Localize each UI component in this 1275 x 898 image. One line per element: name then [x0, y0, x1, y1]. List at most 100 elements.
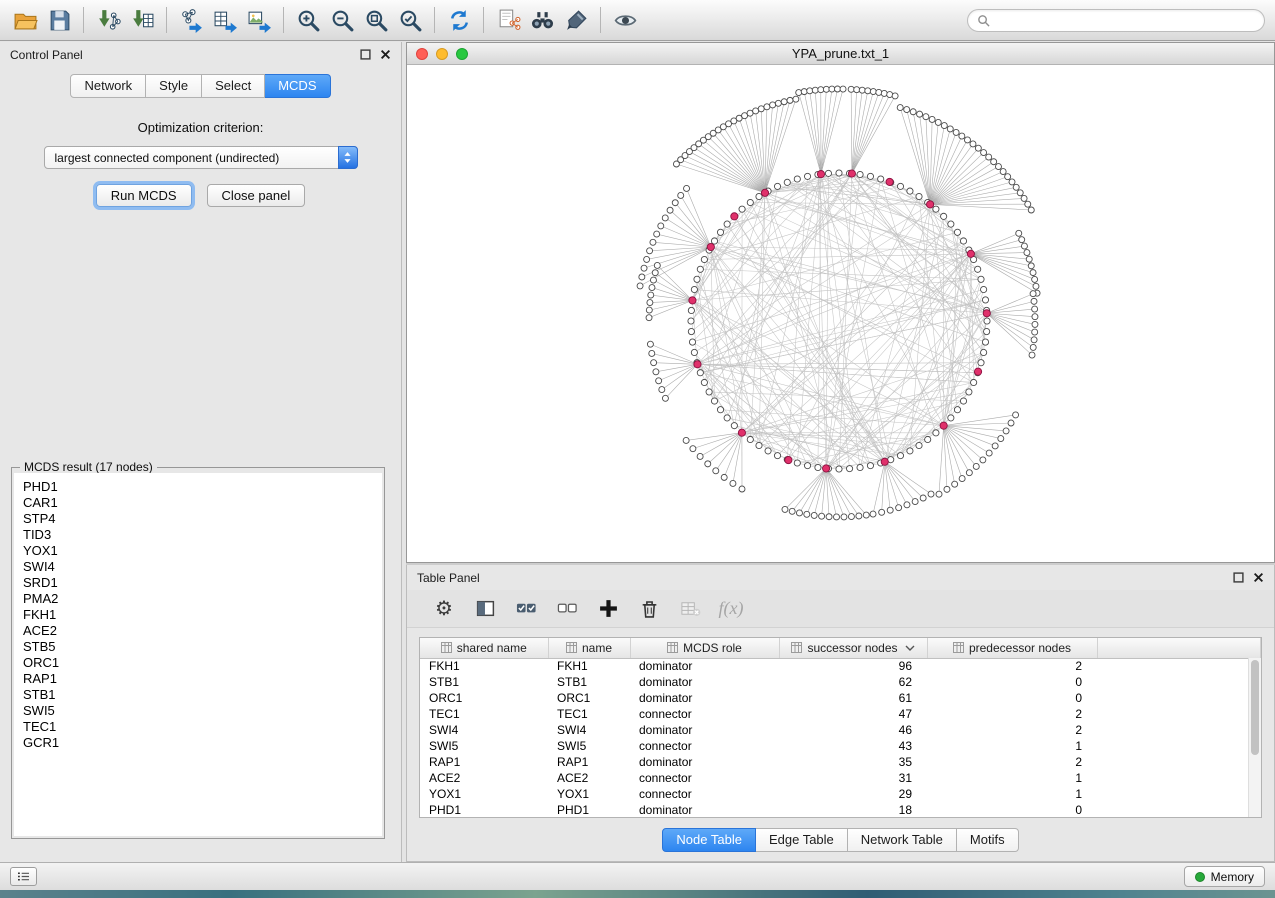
network-node[interactable]: [897, 105, 903, 111]
network-node[interactable]: [973, 463, 979, 469]
mcds-result-item[interactable]: ORC1: [23, 655, 373, 671]
mcds-result-item[interactable]: PMA2: [23, 591, 373, 607]
table-tab-edge-table[interactable]: Edge Table: [756, 828, 848, 852]
mcds-result-item[interactable]: GCR1: [23, 735, 373, 751]
import-network-button[interactable]: [91, 3, 125, 37]
network-node[interactable]: [1028, 263, 1034, 269]
network-node[interactable]: [954, 407, 960, 413]
mcds-result-item[interactable]: CAR1: [23, 495, 373, 511]
mcds-result-item[interactable]: SWI4: [23, 559, 373, 575]
table-row[interactable]: STB1STB1dominator620: [420, 674, 1261, 690]
network-node[interactable]: [713, 468, 719, 474]
network-node[interactable]: [836, 170, 842, 176]
network-node[interactable]: [981, 286, 987, 292]
network-node[interactable]: [688, 307, 694, 313]
network-node[interactable]: [812, 87, 818, 93]
table-tab-motifs[interactable]: Motifs: [957, 828, 1019, 852]
network-node[interactable]: [941, 123, 947, 129]
network-node[interactable]: [1003, 428, 1009, 434]
network-node[interactable]: [653, 369, 659, 375]
network-node[interactable]: [1031, 337, 1037, 343]
network-node[interactable]: [650, 239, 656, 245]
network-node[interactable]: [829, 86, 835, 92]
network-node[interactable]: [878, 176, 884, 182]
network-node[interactable]: [731, 423, 737, 429]
table-row[interactable]: TEC1TEC1connector472: [420, 706, 1261, 722]
network-dominator-node[interactable]: [983, 310, 990, 317]
network-node[interactable]: [747, 436, 753, 442]
network-node[interactable]: [694, 276, 700, 282]
network-node[interactable]: [857, 171, 863, 177]
network-node[interactable]: [1008, 420, 1014, 426]
network-node[interactable]: [697, 453, 703, 459]
apply-layout-button[interactable]: [442, 3, 476, 37]
network-node[interactable]: [758, 106, 764, 112]
tab-style[interactable]: Style: [146, 74, 202, 98]
network-node[interactable]: [683, 437, 689, 443]
network-node[interactable]: [959, 476, 965, 482]
network-node[interactable]: [910, 109, 916, 115]
table-row[interactable]: RAP1RAP1dominator352: [420, 754, 1261, 770]
network-node[interactable]: [706, 389, 712, 395]
network-node[interactable]: [647, 248, 653, 254]
network-node[interactable]: [966, 470, 972, 476]
zoom-out-button[interactable]: [325, 3, 359, 37]
network-node[interactable]: [782, 506, 788, 512]
network-node[interactable]: [896, 505, 902, 511]
float-panel-icon[interactable]: [360, 49, 371, 60]
tab-mcds[interactable]: MCDS: [265, 74, 330, 98]
network-node[interactable]: [739, 206, 745, 212]
show-columns-button[interactable]: [472, 596, 498, 622]
close-panel-icon[interactable]: [380, 49, 391, 60]
mcds-result-item[interactable]: ACE2: [23, 623, 373, 639]
network-node[interactable]: [697, 370, 703, 376]
network-node[interactable]: [954, 229, 960, 235]
network-node[interactable]: [867, 463, 873, 469]
network-node[interactable]: [870, 511, 876, 517]
export-image-button[interactable]: [242, 3, 276, 37]
network-node[interactable]: [975, 145, 981, 151]
network-node[interactable]: [1013, 184, 1019, 190]
criterion-select[interactable]: largest connected component (undirected): [44, 146, 358, 169]
network-node[interactable]: [1000, 169, 1006, 175]
network-node[interactable]: [992, 443, 998, 449]
float-table-panel-icon[interactable]: [1233, 572, 1244, 583]
network-node[interactable]: [691, 286, 697, 292]
import-table-button[interactable]: [125, 3, 159, 37]
export-network-button[interactable]: [174, 3, 208, 37]
network-node[interactable]: [688, 318, 694, 324]
mcds-result-item[interactable]: SWI5: [23, 703, 373, 719]
network-node[interactable]: [793, 96, 799, 102]
network-node[interactable]: [978, 360, 984, 366]
mcds-result-list[interactable]: PHD1CAR1STP4TID3YOX1SWI4SRD1PMA2FKH1ACE2…: [14, 473, 382, 836]
deselect-all-button[interactable]: [554, 596, 580, 622]
network-node[interactable]: [825, 170, 831, 176]
column-header-predecessor-nodes[interactable]: predecessor nodes: [927, 638, 1097, 658]
network-node[interactable]: [980, 457, 986, 463]
network-node[interactable]: [834, 86, 840, 92]
network-node[interactable]: [705, 461, 711, 467]
window-close-button[interactable]: [416, 48, 428, 60]
open-session-button[interactable]: [8, 3, 42, 37]
table-row[interactable]: ACE2ACE2connector311: [420, 770, 1261, 786]
network-node[interactable]: [876, 89, 882, 95]
network-node[interactable]: [923, 114, 929, 120]
mcds-result-item[interactable]: PHD1: [23, 479, 373, 495]
network-node[interactable]: [1017, 190, 1023, 196]
network-node[interactable]: [916, 442, 922, 448]
network-dominator-node[interactable]: [785, 456, 792, 463]
network-node[interactable]: [823, 86, 829, 92]
network-node[interactable]: [897, 453, 903, 459]
mcds-result-item[interactable]: SRD1: [23, 575, 373, 591]
network-dominator-node[interactable]: [974, 368, 981, 375]
network-node[interactable]: [966, 389, 972, 395]
column-header-MCDS-role[interactable]: MCDS role: [630, 638, 779, 658]
network-node[interactable]: [856, 513, 862, 519]
panel-selector-button[interactable]: [10, 867, 37, 886]
network-node[interactable]: [648, 292, 654, 298]
network-dominator-node[interactable]: [689, 297, 696, 304]
network-node[interactable]: [1030, 344, 1036, 350]
network-node[interactable]: [1030, 291, 1036, 297]
network-node[interactable]: [948, 221, 954, 227]
network-dominator-node[interactable]: [967, 250, 974, 257]
